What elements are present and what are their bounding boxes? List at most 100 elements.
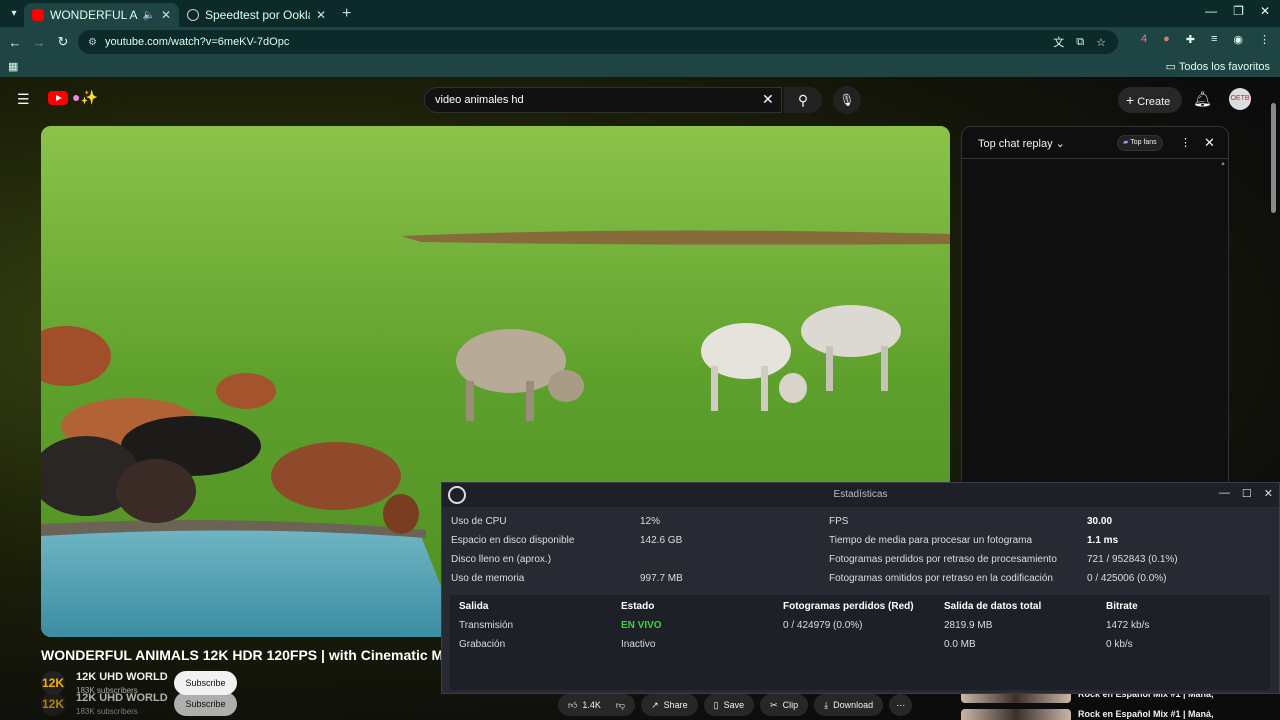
tab-search-icon[interactable]: ▾ — [4, 4, 24, 24]
extension-dot-icon[interactable]: ● — [1163, 33, 1170, 46]
bookmark-icon: ▯ — [713, 700, 719, 710]
stat-label: Disco lleno en (aprox.) — [451, 554, 552, 565]
table-cell: 0 kb/s — [1106, 639, 1133, 650]
stat-label: Espacio en disco disponible — [451, 535, 575, 546]
chat-mode-dropdown[interactable]: Top chat replay ⌄ — [978, 137, 1065, 150]
microphone-icon: 🎙 — [839, 93, 855, 107]
url-text[interactable]: youtube.com/watch?v=6meKV-7dOpc — [105, 36, 289, 48]
recommendation-thumbnail[interactable] — [961, 709, 1071, 720]
youtube-favicon-icon — [32, 9, 44, 21]
share-button[interactable]: ↗ Share — [641, 694, 698, 716]
tab-title: WONDERFUL ANIMALS 12K HDR — [50, 8, 138, 22]
voice-search-button[interactable]: 🎙 — [833, 86, 861, 114]
restore-icon[interactable]: ❐ — [1233, 4, 1244, 18]
translate-icon[interactable]: 文 — [1053, 34, 1064, 50]
youtube-doodle-icon[interactable]: ●✨ — [72, 89, 98, 106]
site-info-icon[interactable]: ⚙ — [88, 37, 97, 48]
table-cell: 0.0 MB — [944, 639, 976, 650]
stat-value: 0 / 425006 (0.0%) — [1087, 573, 1167, 584]
extension-icon[interactable]: 4 — [1141, 33, 1147, 46]
thumbs-up-icon: 👍︎ — [568, 700, 578, 710]
clip-label: Clip — [782, 700, 799, 710]
plus-icon: + — [1126, 92, 1135, 108]
extensions-puzzle-icon[interactable]: ✚ — [1186, 33, 1195, 46]
maximize-icon[interactable]: ☐ — [1242, 487, 1252, 500]
bookmark-star-icon[interactable]: ☆ — [1096, 36, 1106, 49]
chat-close-icon[interactable]: ✕ — [1204, 135, 1215, 151]
tab-youtube[interactable]: WONDERFUL ANIMALS 12K HDR 🔈 ✕ — [24, 3, 179, 27]
tab-speedtest[interactable]: Speedtest por Ookla - La ✕ — [179, 3, 334, 27]
search-input[interactable]: video animales hd — [424, 87, 782, 113]
new-tab-button[interactable]: + — [342, 5, 351, 23]
status-live-badge: EN VIVO — [621, 620, 662, 631]
create-label: Create — [1137, 96, 1171, 108]
media-control-icon[interactable]: ≡ — [1211, 33, 1217, 46]
chat-scroll-up-icon[interactable]: ▲ — [1220, 161, 1226, 167]
notifications-bell-icon[interactable]: 🔔︎ — [1193, 90, 1212, 108]
hamburger-menu-icon[interactable]: ☰ — [17, 91, 30, 108]
channel-name[interactable]: 12K UHD WORLD — [76, 692, 168, 704]
like-count: 1.4K — [582, 700, 601, 710]
more-actions-button[interactable]: ⋯ — [889, 694, 913, 716]
tab-title: Speedtest por Ookla - La — [205, 8, 310, 22]
search-input-value: video animales hd — [435, 94, 524, 106]
tab-close-icon[interactable]: ✕ — [316, 8, 326, 22]
more-icon: ⋯ — [896, 700, 906, 710]
create-button[interactable]: + Create — [1118, 87, 1182, 113]
video-actions: 👍︎ 1.4K 👎︎ ↗ Share ▯ Save ✂ Clip ⤓ Downl… — [558, 694, 913, 716]
recommendation-title[interactable]: Rock en Español Mix #1 | Maná, — [1078, 709, 1214, 719]
top-fans-button[interactable]: ▰ Top fans — [1117, 135, 1163, 151]
output-stats-table: Salida Estado Fotogramas perdidos (Red) … — [450, 595, 1270, 690]
minimize-icon[interactable]: — — [1205, 4, 1217, 18]
download-button[interactable]: ⤓ Download — [814, 694, 884, 716]
subscriber-count: 183K subscribers — [76, 707, 138, 716]
address-bar[interactable]: ⚙ youtube.com/watch?v=6meKV-7dOpc 文 ⧉ ☆ — [78, 30, 1118, 54]
table-cell: Transmisión — [459, 620, 514, 631]
live-chat-panel: Top chat replay ⌄ ▰ Top fans ⋮ ✕ ▲ — [961, 126, 1229, 506]
table-cell: 2819.9 MB — [944, 620, 993, 631]
obs-window-title: Estadísticas — [833, 489, 888, 500]
chat-title: Top chat replay — [978, 138, 1053, 150]
reload-icon[interactable]: ↻ — [51, 34, 75, 50]
scrollbar-thumb[interactable] — [1271, 103, 1276, 213]
stat-value: 721 / 952843 (0.1%) — [1087, 554, 1178, 565]
save-button[interactable]: ▯ Save — [703, 694, 755, 716]
stat-label: Uso de memoria — [451, 573, 525, 584]
chat-header: Top chat replay ⌄ ▰ Top fans ⋮ ✕ — [962, 127, 1228, 159]
table-header: Salida de datos total — [944, 601, 1042, 612]
back-icon[interactable]: ← — [3, 35, 27, 50]
table-cell: 0 / 424979 (0.0%) — [783, 620, 863, 631]
download-label: Download — [833, 700, 874, 710]
stat-label: FPS — [829, 516, 849, 527]
table-header: Salida — [459, 601, 489, 612]
table-header: Fotogramas perdidos (Red) — [783, 601, 914, 612]
all-bookmarks-folder[interactable]: ▭ Todos los favoritos — [1166, 60, 1270, 73]
forward-icon[interactable]: → — [27, 35, 51, 50]
table-cell: Grabación — [459, 639, 506, 650]
table-cell: 1472 kb/s — [1106, 620, 1150, 631]
clear-search-icon[interactable]: ✕ — [762, 91, 774, 108]
profile-icon[interactable]: ◉ — [1233, 33, 1243, 46]
table-cell: Inactivo — [621, 639, 656, 650]
apps-grid-icon[interactable]: ▦ — [8, 60, 18, 73]
audio-playing-icon[interactable]: 🔈 — [142, 10, 154, 21]
user-avatar[interactable]: OETB — [1229, 88, 1251, 110]
search-button[interactable]: ⚲ — [784, 87, 822, 113]
channel-avatar[interactable]: 12K — [41, 692, 65, 716]
close-window-icon[interactable]: ✕ — [1260, 4, 1270, 18]
channel-name[interactable]: 12K UHD WORLD — [76, 671, 168, 683]
subscribe-button[interactable]: Subscribe — [174, 692, 237, 716]
tab-close-icon[interactable]: ✕ — [161, 8, 171, 22]
download-icon: ⤓ — [824, 700, 829, 710]
minimize-icon[interactable]: — — [1219, 487, 1230, 500]
obs-stats-window: Estadísticas — ☐ ✕ Uso de CPU 12% Espaci… — [441, 482, 1280, 694]
browser-menu-icon[interactable]: ⋮ — [1259, 33, 1270, 46]
chat-more-icon[interactable]: ⋮ — [1180, 136, 1191, 149]
clip-button[interactable]: ✂ Clip — [760, 694, 809, 716]
top-fans-label: Top fans — [1130, 139, 1157, 146]
like-button[interactable]: 👍︎ 1.4K 👎︎ — [558, 694, 636, 716]
youtube-logo-icon[interactable] — [48, 91, 68, 105]
install-app-icon[interactable]: ⧉ — [1076, 36, 1084, 49]
dislike-icon[interactable]: 👎︎ — [616, 694, 625, 716]
close-icon[interactable]: ✕ — [1264, 487, 1273, 500]
